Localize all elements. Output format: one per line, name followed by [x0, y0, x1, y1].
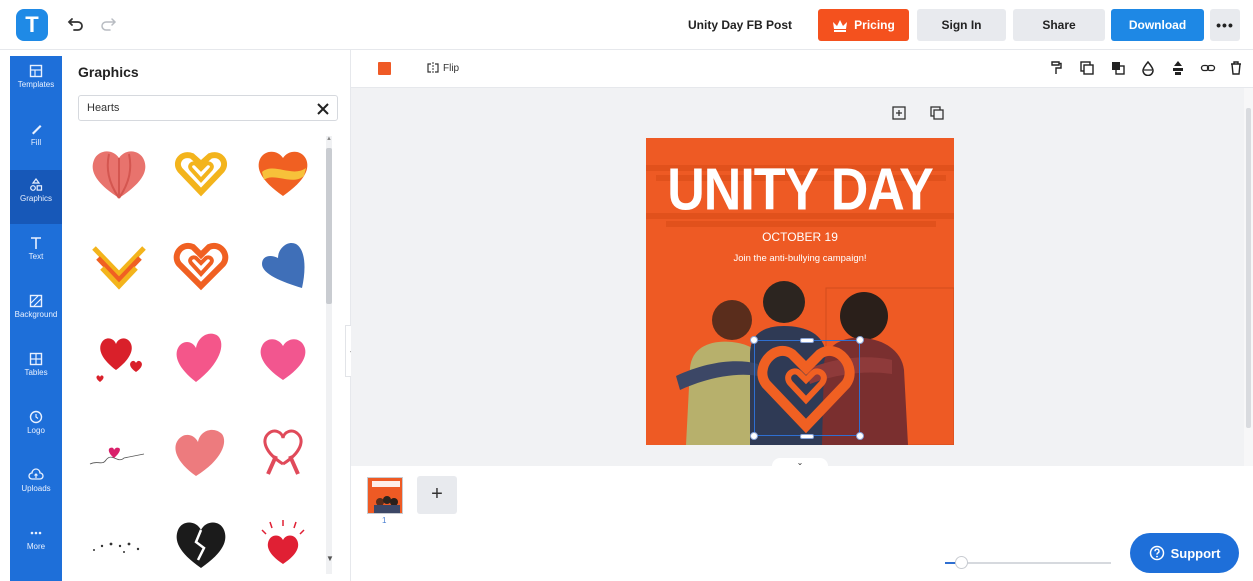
templates-icon	[29, 64, 43, 78]
chevron-down-icon[interactable]: ⌄	[772, 458, 828, 468]
page-number: 1	[382, 516, 387, 525]
table-icon	[29, 352, 43, 366]
support-label: Support	[1170, 545, 1221, 561]
duplicate-icon[interactable]	[1079, 60, 1095, 76]
paint-roller-icon[interactable]	[1048, 60, 1064, 76]
scroll-down-icon[interactable]: ▼	[326, 554, 334, 563]
sidebar-item-tables[interactable]: Tables	[10, 344, 62, 398]
artboard-date[interactable]: OCTOBER 19	[646, 230, 954, 244]
graphic-heart-blue-tilted[interactable]	[248, 234, 318, 294]
sidebar-item-label: Background	[14, 310, 58, 319]
sidebar-item-text[interactable]: Text	[10, 228, 62, 282]
graphic-heart-chevron-stripes[interactable]	[84, 234, 154, 294]
sidebar-item-label: Logo	[27, 426, 45, 435]
logo-icon	[29, 410, 43, 424]
sidebar-item-label: Uploads	[21, 484, 51, 493]
graphic-heart-ribbon[interactable]	[248, 420, 318, 480]
brush-icon	[32, 125, 42, 135]
resize-handle[interactable]	[750, 336, 758, 344]
add-page-icon[interactable]	[891, 105, 907, 121]
graphic-heart-orange-wave[interactable]	[248, 142, 318, 202]
artboard-title[interactable]: UNITY DAY	[646, 156, 954, 225]
panel-title: Graphics	[78, 64, 139, 80]
flip-icon	[427, 62, 439, 74]
graphic-hearts-red-scattered[interactable]	[84, 326, 154, 386]
graphic-heart-broken-black[interactable]	[166, 512, 236, 572]
artboard-subtitle[interactable]: Join the anti-bullying campaign!	[646, 253, 954, 264]
flip-label: Flip	[443, 62, 460, 74]
graphic-heart-orange-outline[interactable]	[166, 234, 236, 294]
sidebar-item-label: Tables	[24, 368, 48, 377]
sidebar-item-label: Fill	[30, 138, 42, 147]
search-input[interactable]: Hearts	[78, 95, 338, 121]
duplicate-page-icon[interactable]	[929, 105, 945, 121]
pricing-label: Pricing	[854, 18, 895, 32]
document-title[interactable]: Unity Day FB Post	[688, 18, 792, 32]
sidebar-item-templates[interactable]: Templates	[10, 56, 62, 110]
resize-handle[interactable]	[800, 338, 814, 343]
download-button[interactable]: Download	[1111, 9, 1204, 41]
sidebar-item-label: Graphics	[19, 194, 52, 203]
position-icon[interactable]	[1170, 60, 1186, 76]
flip-button[interactable]: Flip	[427, 62, 459, 74]
selection-box[interactable]	[754, 340, 860, 436]
resize-handle[interactable]	[800, 434, 814, 439]
text-icon	[31, 237, 41, 249]
more-options-button[interactable]: •••	[1210, 9, 1240, 41]
graphic-heart-string[interactable]	[84, 420, 154, 480]
more-dots-icon	[30, 531, 42, 535]
sidebar-item-label: More	[26, 542, 46, 551]
graphic-heart-salmon[interactable]	[166, 420, 236, 480]
background-icon	[29, 294, 43, 308]
zoom-slider[interactable]	[945, 562, 1111, 564]
resize-handle[interactable]	[856, 432, 864, 440]
sidebar-item-uploads[interactable]: Uploads	[10, 460, 62, 514]
zoom-slider-knob[interactable]	[955, 556, 968, 569]
opacity-drop-icon[interactable]	[1140, 60, 1156, 76]
crown-icon	[833, 20, 848, 32]
sign-in-button[interactable]: Sign In	[917, 9, 1006, 41]
panel-scrollbar-thumb[interactable]	[326, 148, 332, 304]
add-page-button[interactable]: +	[417, 476, 457, 514]
graphics-panel: Graphics Hearts ▲ ▼	[62, 50, 351, 581]
delete-icon[interactable]	[1228, 60, 1244, 76]
app-logo[interactable]: T	[16, 9, 48, 41]
graphic-heart-gold-outline[interactable]	[166, 142, 236, 202]
sidebar-item-label: Templates	[17, 80, 55, 89]
graphic-heart-burst[interactable]	[248, 512, 318, 572]
editor-toolbar: Flip	[351, 50, 1253, 88]
fill-color-swatch[interactable]	[378, 62, 391, 75]
sidebar-item-graphics[interactable]: Graphics	[10, 170, 62, 224]
top-bar: T Unity Day FB Post Pricing Sign In Shar…	[0, 0, 1253, 50]
resize-handle[interactable]	[750, 432, 758, 440]
resize-handle[interactable]	[856, 336, 864, 344]
undo-icon[interactable]	[66, 14, 86, 34]
sidebar-item-label: Text	[28, 252, 44, 261]
help-circle-icon	[1149, 545, 1164, 561]
pricing-button[interactable]: Pricing	[818, 9, 909, 41]
workspace-scrollbar-thumb[interactable]	[1246, 108, 1251, 428]
shapes-icon	[30, 178, 43, 191]
scroll-up-icon[interactable]: ▲	[326, 136, 332, 142]
graphic-heart-pink-tilted[interactable]	[166, 326, 236, 386]
upload-cloud-icon	[28, 468, 44, 480]
sidebar-item-background[interactable]: Background	[10, 286, 62, 340]
link-icon[interactable]	[1200, 60, 1216, 76]
support-button[interactable]: Support	[1130, 533, 1239, 573]
close-icon[interactable]	[314, 100, 332, 118]
layer-order-icon[interactable]	[1110, 60, 1126, 76]
redo-icon[interactable]	[98, 14, 118, 34]
sidebar-rail: Templates Fill Graphics Text Background …	[10, 56, 62, 581]
sidebar-item-logo[interactable]: Logo	[10, 402, 62, 456]
sidebar-item-fill[interactable]: Fill	[10, 114, 62, 168]
page-thumbnail[interactable]	[367, 477, 403, 514]
graphic-heart-layered[interactable]	[84, 142, 154, 202]
sidebar-item-more[interactable]: More	[10, 518, 62, 572]
thumbnail-image	[372, 481, 400, 513]
graphic-heart-pink[interactable]	[248, 326, 318, 386]
share-button[interactable]: Share	[1013, 9, 1105, 41]
graphic-hearts-dotted-line[interactable]	[84, 512, 154, 572]
